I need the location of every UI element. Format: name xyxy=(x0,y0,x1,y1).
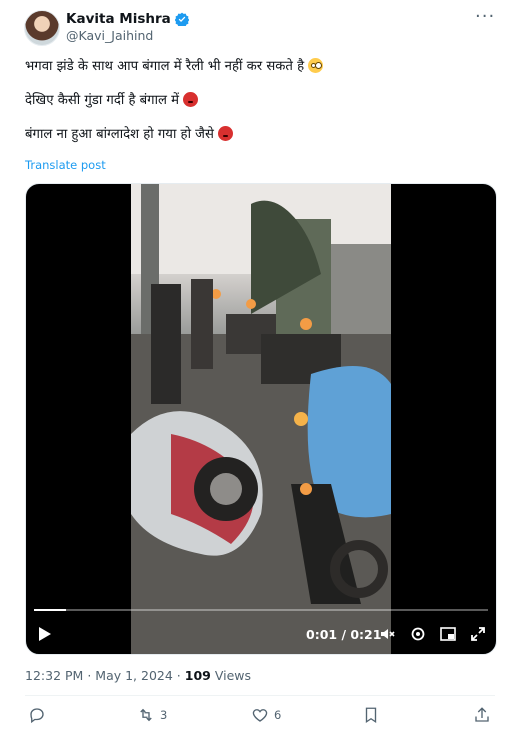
video-controls: 0:01 / 0:21 xyxy=(26,614,496,654)
fullscreen-icon[interactable] xyxy=(469,625,487,643)
angry-face-emoji-icon xyxy=(217,126,233,141)
action-bar: 3 6 xyxy=(25,706,495,728)
avatar[interactable] xyxy=(24,10,60,46)
video-progress-fill xyxy=(34,609,66,611)
post-metadata: 12:32 PM · May 1, 2024 · 109 Views xyxy=(25,668,251,683)
flushed-face-emoji-icon xyxy=(308,58,324,73)
share-button[interactable] xyxy=(473,706,491,724)
mute-icon[interactable] xyxy=(379,625,397,643)
post-line-3-text: बंगाल ना हुआ बांग्लादेश हो गया हो जैसे xyxy=(25,127,214,142)
post-line-3: बंगाल ना हुआ बांग्लादेश हो गया हो जैसे xyxy=(25,126,485,144)
video-progress-bar[interactable] xyxy=(34,609,488,611)
share-icon xyxy=(475,707,489,722)
views-count: 109 xyxy=(184,668,211,683)
video-frame[interactable] xyxy=(131,184,391,654)
author-handle[interactable]: @Kavi_Jaihind xyxy=(66,28,153,43)
divider xyxy=(25,695,495,696)
angry-face-emoji-icon xyxy=(183,92,199,107)
picture-in-picture-icon[interactable] xyxy=(439,625,457,643)
heart-icon xyxy=(252,709,268,722)
translate-post-link[interactable]: Translate post xyxy=(25,158,106,172)
settings-gear-icon[interactable] xyxy=(409,625,427,643)
post-line-1-text: भगवा झंडे के साथ आप बंगाल में रैली भी नह… xyxy=(25,59,305,74)
tweet-post: Kavita Mishra @Kavi_Jaihind ··· भगवा झंड… xyxy=(0,0,507,736)
post-time[interactable]: 12:32 PM xyxy=(25,668,83,683)
video-player[interactable]: 0:01 / 0:21 xyxy=(25,183,497,655)
reply-button[interactable] xyxy=(28,706,46,724)
video-scene xyxy=(131,184,391,654)
more-options-icon[interactable]: ··· xyxy=(475,8,495,28)
repost-count: 3 xyxy=(160,708,168,722)
repost-button[interactable]: 3 xyxy=(137,706,167,724)
like-count: 6 xyxy=(274,708,282,722)
post-line-2-text: देखिए कैसी गुंडा गर्दी है बंगाल में xyxy=(25,93,180,108)
views-label: Views xyxy=(214,668,252,683)
author-name[interactable]: Kavita Mishra xyxy=(66,11,171,27)
bookmark-icon xyxy=(365,707,377,724)
post-date[interactable]: May 1, 2024 xyxy=(95,668,173,683)
meta-separator-2: · xyxy=(176,668,181,683)
reply-icon xyxy=(30,708,44,724)
bookmark-button[interactable] xyxy=(362,706,380,724)
repost-icon xyxy=(140,708,152,722)
meta-separator: · xyxy=(87,668,92,683)
post-line-2: देखिए कैसी गुंडा गर्दी है बंगाल में xyxy=(25,92,485,110)
verified-badge-icon xyxy=(174,12,189,26)
like-button[interactable]: 6 xyxy=(251,706,281,724)
video-time: 0:01 / 0:21 xyxy=(306,627,382,642)
author-name-row: Kavita Mishra xyxy=(66,11,189,27)
play-icon[interactable] xyxy=(38,626,52,642)
post-text: भगवा झंडे के साथ आप बंगाल में रैली भी नह… xyxy=(25,58,485,160)
post-line-1: भगवा झंडे के साथ आप बंगाल में रैली भी नह… xyxy=(25,58,485,76)
